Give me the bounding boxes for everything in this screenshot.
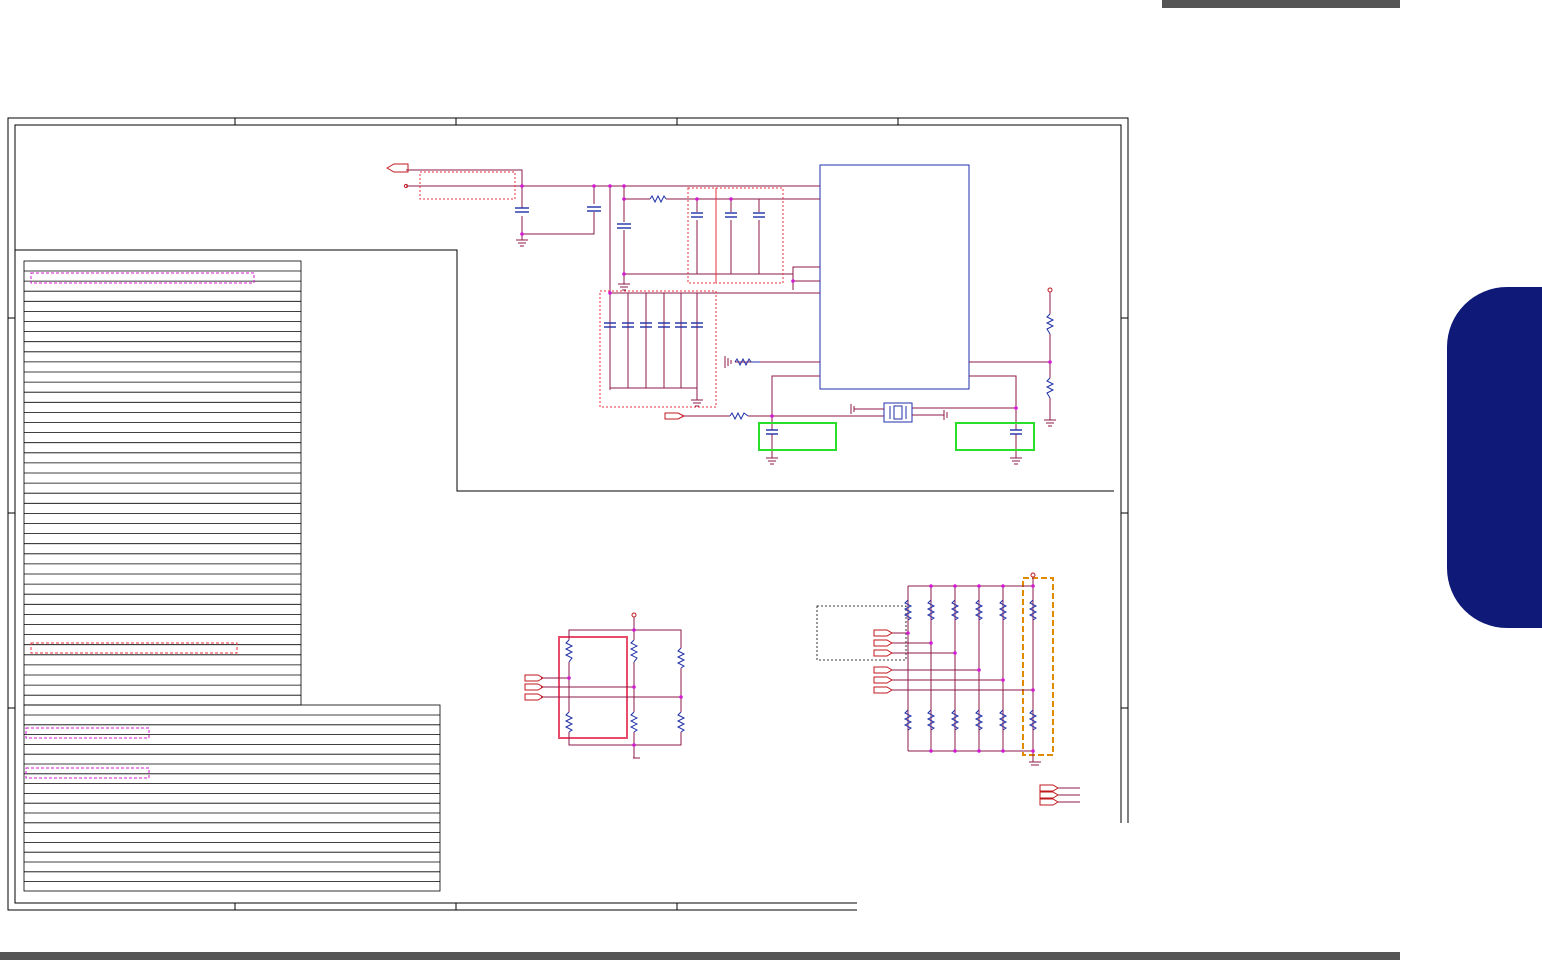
resistor-zigzags: [649, 194, 1055, 421]
resistor-bank-wires: [892, 577, 1080, 803]
power-wires: [406, 169, 1051, 430]
ground-icon: [516, 239, 1056, 766]
pin-table-lower: [23, 704, 441, 892]
net-ports-b: [873, 629, 1059, 806]
capacitor-plates: [515, 206, 1022, 435]
crystal-icon: [883, 402, 913, 423]
decoupling-caps-column: [627, 293, 698, 388]
highlight-row-4: [25, 767, 150, 779]
resistor-bank-zigzags: [903, 599, 1038, 731]
schematic-sheet: [7, 117, 1129, 911]
highlight-row-3: [25, 727, 150, 739]
green-highlights: [758, 422, 1035, 451]
dotted-groups: [419, 171, 784, 408]
orange-highlight-box: [1022, 577, 1054, 756]
net-ports-a: [524, 674, 544, 701]
resistor-network-a-zigzags: [564, 639, 686, 733]
port-arrow-icon: [385, 163, 1053, 618]
resistor-network-a: [541, 617, 682, 758]
pin-table-upper: [23, 260, 302, 706]
sheet-frame: [7, 117, 1129, 911]
junction-dots: [520, 184, 1052, 753]
main-ic-box: [819, 164, 970, 390]
